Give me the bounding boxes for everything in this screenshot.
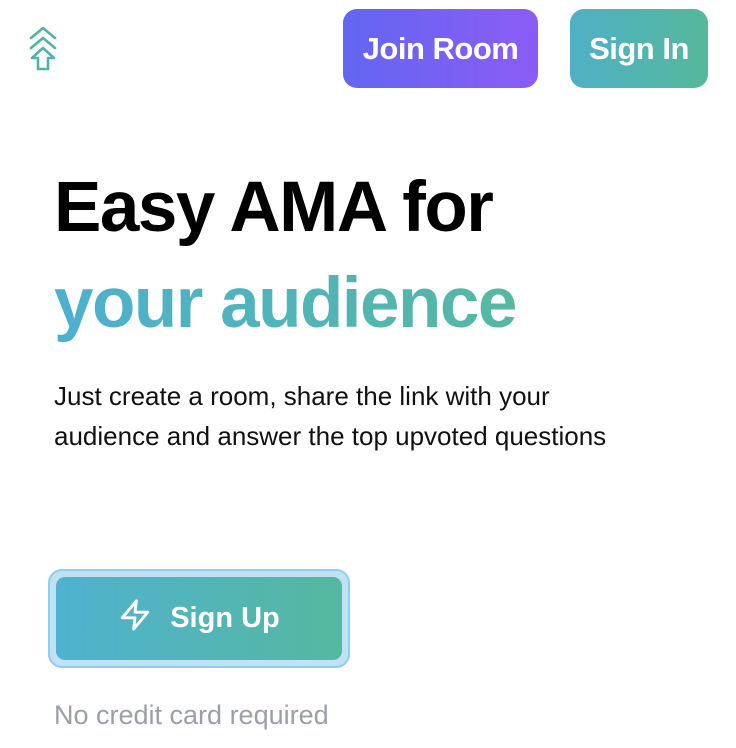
join-room-button[interactable]: Join Room (343, 9, 538, 88)
sign-up-label: Sign Up (170, 602, 280, 634)
join-room-label: Join Room (362, 30, 519, 66)
sign-in-label: Sign In (589, 30, 689, 66)
landing-page: Join Room Sign In Easy AMA for your audi… (0, 0, 736, 748)
headline-line-1: Easy AMA for (54, 168, 494, 247)
no-credit-card-note: No credit card required (54, 700, 329, 730)
sign-up-focus-ring: Sign Up (48, 569, 350, 668)
lightning-bolt-icon (118, 598, 152, 640)
logo-arrow-up-icon[interactable] (27, 24, 59, 74)
sign-in-button[interactable]: Sign In (570, 9, 708, 88)
headline-line-2: your audience (54, 256, 517, 352)
hero-description: Just create a room, share the link with … (54, 381, 607, 451)
sign-up-button[interactable]: Sign Up (56, 577, 342, 660)
hero-headline: Easy AMA for your audience (54, 160, 517, 352)
